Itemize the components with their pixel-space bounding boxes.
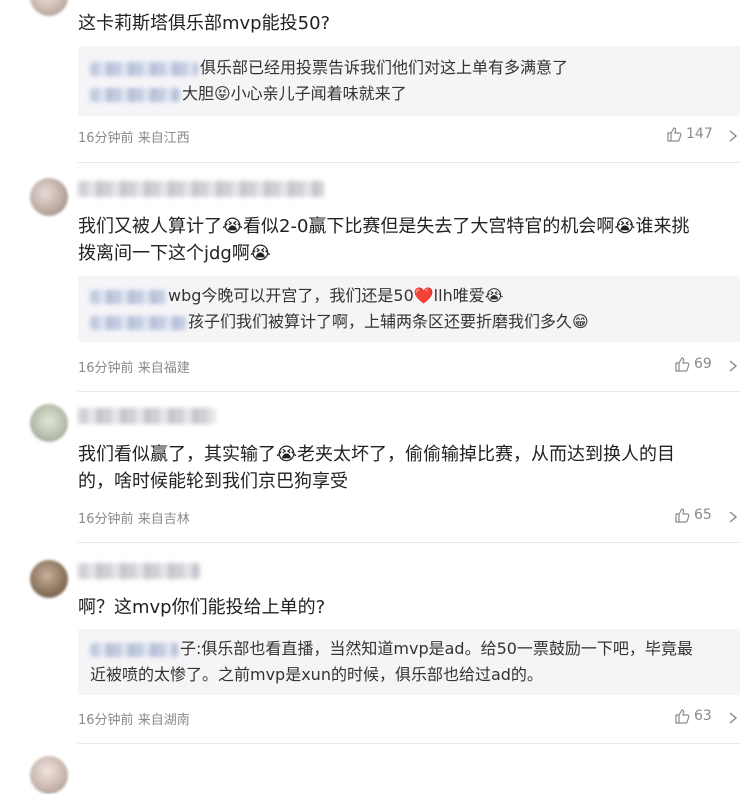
comment-text: 这卡莉斯塔俱乐部mvp能投50? (78, 13, 331, 34)
reply-username-blur[interactable] (90, 642, 178, 657)
like-button[interactable]: 69 (674, 356, 712, 372)
comment-meta: 16分钟前 来自江西 (78, 127, 190, 146)
reply-username-blur[interactable] (90, 61, 198, 76)
reply-text: 近被喷的太惨了。之前mvp是xun的时候，俱乐部也给过ad的。 (90, 665, 543, 684)
like-count: 147 (686, 126, 713, 142)
reply-text: wbg今晚可以开宫了，我们还是50❤️llh唯爱😭 (168, 286, 504, 305)
reply-text: 孩子们我们被算计了啊，上辅两条区还要折磨我们多久😁 (188, 312, 589, 331)
avatar[interactable] (30, 756, 68, 794)
reply-item: wbg今晚可以开宫了，我们还是50❤️llh唯爱😭 (90, 284, 503, 308)
reply-text: 子:俱乐部也看直播，当然知道mvp是ad。给50一票鼓励一下吧，毕竟最 (180, 639, 693, 658)
avatar[interactable] (30, 178, 68, 216)
avatar[interactable] (30, 560, 68, 598)
like-button[interactable]: 147 (666, 126, 713, 142)
comment-location: 来自吉林 (137, 512, 190, 527)
reply-username-blur[interactable] (90, 87, 180, 102)
more-icon[interactable] (728, 358, 740, 374)
comment-meta: 16分钟前 来自吉林 (78, 508, 190, 527)
more-icon[interactable] (728, 509, 740, 525)
like-count: 65 (694, 507, 712, 523)
reply-item: 俱乐部已经用投票告诉我们他们对这上单有多满意了 (90, 56, 568, 80)
divider (78, 542, 740, 543)
reply-text: 俱乐部已经用投票告诉我们他们对这上单有多满意了 (200, 58, 569, 77)
avatar[interactable] (30, 404, 68, 442)
like-count: 63 (694, 708, 712, 724)
comment-text: 啊？这mvp你们能投给上单的? (78, 597, 326, 618)
comment-meta: 16分钟前 来自福建 (78, 357, 190, 376)
reply-box: wbg今晚可以开宫了，我们还是50❤️llh唯爱😭 孩子们我们被算计了啊，上辅两… (78, 276, 740, 342)
thumbs-up-icon (675, 508, 690, 523)
username-blur[interactable] (78, 408, 216, 424)
like-count: 69 (694, 356, 712, 372)
thumbs-up-icon (667, 127, 682, 142)
comment-text: 我们又被人算计了😭看似2-0赢下比赛但是失去了大宫特官的机会啊😭谁来挑 (78, 216, 690, 237)
comment-text: 我们看似赢了，其实输了😭老夹太坏了，偷偷输掉比赛，从而达到换人的目 (78, 444, 676, 465)
comment-location: 来自福建 (137, 361, 190, 376)
reply-item: 大胆😝小心亲儿子闻着味就来了 (90, 82, 407, 106)
reply-item: 孩子们我们被算计了啊，上辅两条区还要折磨我们多久😁 (90, 310, 589, 334)
reply-username-blur[interactable] (90, 289, 166, 304)
reply-item: 子:俱乐部也看直播，当然知道mvp是ad。给50一票鼓励一下吧，毕竟最 (90, 637, 693, 661)
divider (78, 743, 740, 744)
reply-box: 俱乐部已经用投票告诉我们他们对这上单有多满意了 大胆😝小心亲儿子闻着味就来了 (78, 46, 740, 116)
username-blur[interactable] (78, 563, 200, 579)
thumbs-up-icon (675, 357, 690, 372)
comment-time: 16分钟前 (78, 713, 134, 728)
avatar[interactable] (30, 0, 68, 16)
comment-text: 的，啥时候能轮到我们京巴狗享受 (78, 471, 348, 492)
like-button[interactable]: 65 (674, 507, 712, 523)
more-icon[interactable] (728, 128, 740, 144)
divider (78, 162, 740, 163)
comment-time: 16分钟前 (78, 361, 134, 376)
comment-meta: 16分钟前 来自湖南 (78, 709, 190, 728)
reply-item: 近被喷的太惨了。之前mvp是xun的时候，俱乐部也给过ad的。 (90, 663, 543, 687)
comment-time: 16分钟前 (78, 512, 134, 527)
like-button[interactable]: 63 (674, 708, 712, 724)
reply-box: 子:俱乐部也看直播，当然知道mvp是ad。给50一票鼓励一下吧，毕竟最 近被喷的… (78, 629, 740, 695)
reply-text: 大胆😝小心亲儿子闻着味就来了 (182, 84, 407, 103)
username-blur[interactable] (78, 181, 324, 197)
comment-text: 拨离间一下这个jdg啊😭 (78, 243, 271, 264)
more-icon[interactable] (728, 710, 740, 726)
comment-location: 来自江西 (137, 131, 190, 146)
divider (78, 391, 740, 392)
thumbs-up-icon (675, 709, 690, 724)
comment-location: 来自湖南 (137, 713, 190, 728)
reply-username-blur[interactable] (90, 315, 186, 330)
comment-time: 16分钟前 (78, 131, 134, 146)
